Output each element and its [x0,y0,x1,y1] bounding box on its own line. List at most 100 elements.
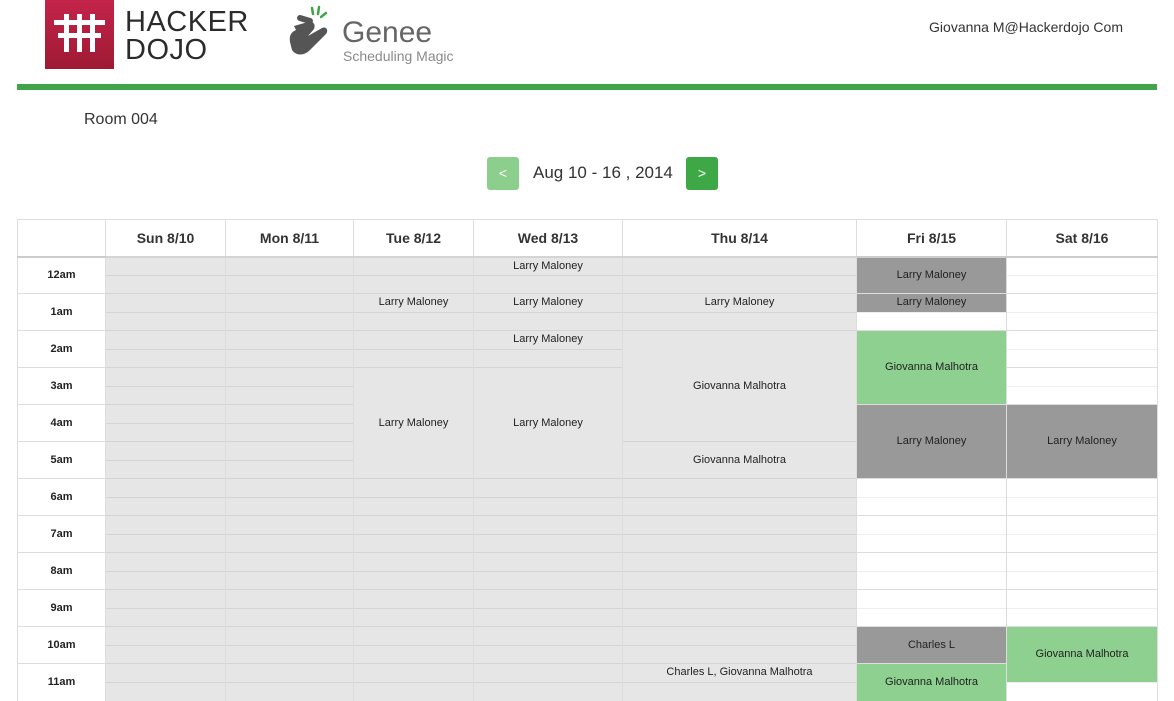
open-slot[interactable] [1006,311,1158,331]
unavailable-slot [353,663,474,682]
open-slot[interactable] [1006,681,1158,701]
header-divider [17,84,1157,90]
unavailable-slot [105,607,226,627]
booking-block[interactable]: Larry Maloney [473,330,623,349]
time-slot-row: 2am Larry Maloney Giovanna Malhotra Giovann… [17,330,1158,442]
hacker-dojo-wordmark[interactable]: HACKER DOJO [125,6,249,66]
brand-line-2: DOJO [125,34,208,66]
open-slot[interactable] [1006,552,1158,571]
unavailable-slot [622,607,857,627]
unavailable-slot [105,681,226,701]
user-account-name[interactable]: Giovanna M@Hackerdojo Com [929,19,1123,35]
unavailable-slot [622,311,857,331]
unavailable-slot [105,570,226,590]
open-slot[interactable] [856,496,1007,516]
day-header-row: Sun 8/10 Mon 8/11 Tue 8/12 Wed 8/13 Thu … [17,219,1158,257]
unavailable-slot [473,311,623,331]
unavailable-slot [473,496,623,516]
open-slot[interactable] [1006,515,1158,534]
open-slot[interactable] [1006,255,1158,275]
open-slot[interactable] [1006,385,1158,405]
hour-label: 1am [17,293,106,331]
open-slot[interactable] [856,607,1007,627]
unavailable-slot [353,348,474,368]
open-slot[interactable] [1006,478,1158,497]
booking-block[interactable]: Larry Maloney [473,367,623,479]
unavailable-slot [105,330,226,349]
booking-block[interactable]: Larry Maloney [1006,404,1158,479]
booking-block[interactable]: Larry Maloney [473,293,623,312]
brand-line-1: HACKER [125,6,249,38]
booking-block[interactable]: Larry Maloney [856,293,1007,312]
time-slot-row: 10am Charles L Giovanna Malhotra [17,626,1158,682]
open-slot[interactable] [856,589,1007,608]
week-navigation: < Aug 10 - 16 , 2014 > [487,157,718,190]
open-slot[interactable] [856,533,1007,553]
booking-block[interactable]: Charles L [856,626,1007,664]
hour-label: 12am [17,255,106,294]
time-slot-row: 11am Charles L, Giovanna Malhotra Giovanna… [17,663,1158,701]
unavailable-slot [225,644,354,664]
open-slot[interactable] [1006,293,1158,312]
booking-block[interactable]: Larry Maloney [353,367,474,479]
genee-product-name: Genee [342,16,433,49]
open-slot[interactable] [1006,589,1158,608]
hour-label: 3am [17,367,106,405]
day-header: Sat 8/16 [1006,219,1158,257]
open-slot[interactable] [1006,367,1158,386]
booking-block[interactable]: Giovanna Malhotra [856,663,1007,701]
unavailable-slot [473,552,623,571]
unavailable-slot [353,644,474,664]
unavailable-slot [105,626,226,645]
unavailable-slot [105,293,226,312]
booking-block[interactable]: Larry Maloney [353,293,474,312]
hacker-dojo-logo-icon[interactable] [45,0,114,69]
unavailable-slot [105,552,226,571]
booking-block[interactable]: Giovanna Malhotra [1006,626,1158,682]
booking-block[interactable]: Larry Maloney [473,255,623,275]
time-slot-row: 12am Larry Maloney Larry Maloney [17,255,1158,294]
time-slot-row [18,311,1158,331]
hour-label: 5am [17,441,106,479]
unavailable-slot [622,570,857,590]
open-slot[interactable] [856,311,1007,331]
unavailable-slot [353,255,474,275]
open-slot[interactable] [856,478,1007,497]
time-slot-row: 8am [17,552,1158,590]
open-slot[interactable] [856,552,1007,571]
unavailable-slot [105,478,226,497]
unavailable-slot [353,330,474,349]
booking-block[interactable]: Giovanna Malhotra [622,330,857,442]
unavailable-slot [105,589,226,608]
open-slot[interactable] [856,570,1007,590]
unavailable-slot [473,589,623,608]
unavailable-slot [225,570,354,590]
open-slot[interactable] [1006,607,1158,627]
unavailable-slot [622,681,857,701]
booking-block[interactable]: Charles L, Giovanna Malhotra [622,663,857,682]
open-slot[interactable] [1006,330,1158,349]
open-slot[interactable] [1006,496,1158,516]
booking-block[interactable]: Larry Maloney [856,404,1007,479]
booking-block[interactable]: Giovanna Malhotra [856,330,1007,405]
unavailable-slot [353,311,474,331]
unavailable-slot [473,663,623,682]
next-week-button[interactable]: > [686,157,718,190]
open-slot[interactable] [1006,274,1158,294]
open-slot[interactable] [856,515,1007,534]
unavailable-slot [105,644,226,664]
unavailable-slot [622,255,857,275]
unavailable-slot [105,385,226,405]
booking-block[interactable]: Larry Maloney [856,255,1007,294]
unavailable-slot [473,274,623,294]
open-slot[interactable] [1006,570,1158,590]
unavailable-slot [353,274,474,294]
open-slot[interactable] [1006,348,1158,368]
booking-block[interactable]: Giovanna Malhotra [622,441,857,479]
open-slot[interactable] [1006,533,1158,553]
unavailable-slot [622,589,857,608]
booking-block[interactable]: Larry Maloney [622,293,857,312]
previous-week-button[interactable]: < [487,157,519,190]
time-slot-row: 1am Larry Maloney Larry Maloney Larry Malon… [17,293,1158,331]
hour-label: 6am [17,478,106,516]
